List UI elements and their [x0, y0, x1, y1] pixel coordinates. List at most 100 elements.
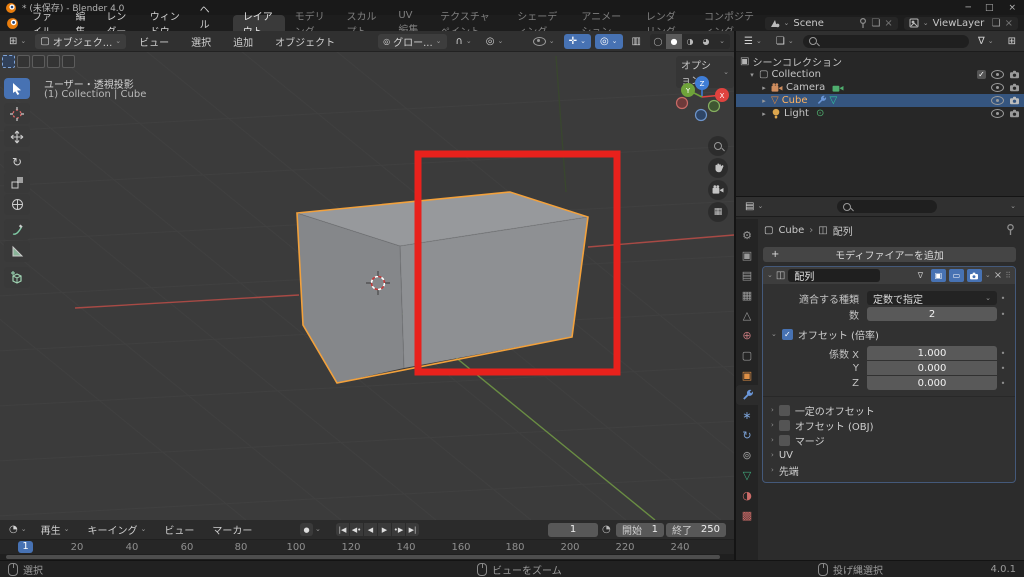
- disable-render-icon[interactable]: [1009, 83, 1020, 92]
- tab-collection[interactable]: ▢: [736, 345, 758, 365]
- select-set-mode-button[interactable]: [2, 55, 15, 68]
- collapsed-icon[interactable]: ›: [771, 422, 774, 429]
- animate-dot-icon[interactable]: •: [997, 349, 1009, 358]
- outliner-row-light[interactable]: ▸ Light ⊙: [736, 107, 1024, 120]
- close-button[interactable]: ×: [1000, 3, 1024, 13]
- mode-dropdown[interactable]: ▢オブジェク...⌄: [35, 34, 126, 49]
- drag-grip-icon[interactable]: ⠿: [1005, 271, 1011, 280]
- properties-search-input[interactable]: [837, 200, 937, 213]
- keying-dropdown-icon[interactable]: ⌄: [315, 526, 321, 533]
- display-mode-dropdown[interactable]: ❏⌄: [771, 34, 799, 49]
- relative-offset-subpanel-header[interactable]: ⌄ ✓ オフセット (倍率): [763, 327, 1015, 342]
- object-visibility-dropdown[interactable]: ⌄: [528, 34, 560, 49]
- menu-select[interactable]: 選択: [182, 34, 220, 49]
- tab-world[interactable]: ⊕: [736, 325, 758, 345]
- menu-object[interactable]: オブジェクト: [266, 34, 344, 49]
- select-box-tool[interactable]: [4, 78, 30, 99]
- tab-tool[interactable]: ⚙: [736, 225, 758, 245]
- tab-particles[interactable]: ∗: [736, 405, 758, 425]
- transform-orientation-dropdown[interactable]: ◎グロー...⌄: [378, 34, 446, 49]
- annotate-tool[interactable]: [4, 219, 30, 240]
- play-button[interactable]: ▶: [378, 523, 391, 536]
- use-preview-range-clock-icon[interactable]: ◔: [602, 524, 611, 535]
- uv-subpanel[interactable]: › UV: [763, 448, 1015, 463]
- editor-type-button[interactable]: ◔⌄: [4, 522, 32, 537]
- show-in-edit-mode-toggle[interactable]: ▣: [931, 269, 946, 282]
- workspace-tab-animation[interactable]: アニメーション: [571, 15, 635, 31]
- frame-start-field[interactable]: 開始1: [616, 523, 664, 537]
- tab-object[interactable]: ▣: [736, 365, 758, 385]
- shading-rendered-button[interactable]: ◕: [698, 34, 714, 49]
- collapsed-icon[interactable]: ›: [771, 452, 774, 459]
- constant-offset-subpanel[interactable]: › 一定のオフセット: [763, 403, 1015, 418]
- count-field[interactable]: 2: [867, 307, 997, 321]
- pan-hand-button[interactable]: [708, 158, 728, 178]
- properties-options-dropdown[interactable]: ⌄: [1006, 203, 1020, 210]
- animate-dot-icon[interactable]: •: [997, 379, 1009, 388]
- cursor-tool[interactable]: [4, 103, 30, 124]
- object-offset-subpanel[interactable]: › オフセット (OBJ): [763, 418, 1015, 433]
- current-frame-field[interactable]: 1: [548, 523, 598, 537]
- shading-material-button[interactable]: ◑: [682, 34, 698, 49]
- timeline-ruler[interactable]: 1 20 40 60 80 100 120 140 160 180 200 22…: [0, 540, 734, 554]
- editor-type-button[interactable]: ▤⌄: [740, 199, 768, 214]
- show-in-render-toggle[interactable]: [967, 269, 982, 282]
- scene-selector[interactable]: ⌄ Scene ❏ ×: [765, 17, 898, 30]
- transform-tool[interactable]: [4, 194, 30, 215]
- merge-subpanel[interactable]: › マージ: [763, 433, 1015, 448]
- editor-type-button[interactable]: ☰⌄: [739, 34, 767, 49]
- frame-end-field[interactable]: 終了250: [666, 523, 726, 537]
- blender-menu-icon[interactable]: [6, 17, 19, 30]
- pin-icon[interactable]: [859, 18, 867, 28]
- menu-keying[interactable]: キーイング⌄: [78, 522, 155, 537]
- expand-icon[interactable]: ▾: [748, 71, 756, 79]
- outliner-search-input[interactable]: [803, 35, 969, 48]
- select-invert-mode-button[interactable]: [47, 55, 60, 68]
- hide-eye-icon[interactable]: [991, 83, 1004, 92]
- playhead-frame-badge[interactable]: 1: [18, 541, 33, 553]
- shading-solid-button[interactable]: ●: [666, 34, 682, 49]
- delete-modifier-icon[interactable]: ×: [994, 270, 1002, 281]
- workspace-tab-compositing[interactable]: コンポジティング: [694, 15, 765, 31]
- select-extend-mode-button[interactable]: [17, 55, 30, 68]
- measure-tool[interactable]: [4, 241, 30, 262]
- hide-eye-icon[interactable]: [991, 96, 1004, 105]
- gizmos-toggle[interactable]: ✛⌄: [564, 34, 591, 49]
- snap-toggle[interactable]: ∩⌄: [451, 34, 477, 49]
- workspace-tab-layout[interactable]: レイアウト: [233, 15, 285, 31]
- collapsed-icon[interactable]: ›: [771, 437, 774, 444]
- tab-view-layer[interactable]: ▦: [736, 285, 758, 305]
- expand-icon[interactable]: ▸: [760, 84, 768, 92]
- new-scene-icon[interactable]: ❏: [871, 18, 880, 29]
- pin-icon[interactable]: [1006, 224, 1015, 235]
- hide-eye-icon[interactable]: [991, 109, 1004, 118]
- select-intersect-mode-button[interactable]: [62, 55, 75, 68]
- menu-view[interactable]: ビュー: [130, 34, 178, 49]
- breadcrumb-object[interactable]: Cube: [778, 225, 804, 236]
- workspace-tab-shading[interactable]: シェーディング: [507, 15, 571, 31]
- delete-viewlayer-icon[interactable]: ×: [1005, 18, 1013, 29]
- merge-checkbox[interactable]: [779, 435, 790, 446]
- prev-keyframe-button[interactable]: ◀•: [350, 523, 363, 536]
- scale-tool[interactable]: [4, 172, 30, 193]
- breadcrumb-modifier[interactable]: 配列: [833, 223, 853, 238]
- constant-offset-checkbox[interactable]: [779, 405, 790, 416]
- delete-scene-icon[interactable]: ×: [884, 18, 892, 29]
- tab-constraints[interactable]: ⊚: [736, 445, 758, 465]
- animate-dot-icon[interactable]: •: [997, 310, 1009, 319]
- outliner-row-camera[interactable]: ▸ Camera: [736, 81, 1024, 94]
- viewlayer-selector[interactable]: ⌄ ViewLayer ❏ ×: [904, 17, 1018, 30]
- factor-x-field[interactable]: 1.000: [867, 346, 997, 360]
- disable-render-icon[interactable]: [1009, 109, 1020, 118]
- menu-add[interactable]: 追加: [224, 34, 262, 49]
- outliner-row-scene-collection[interactable]: ▣ シーンコレクション: [736, 55, 1024, 68]
- toggle-perspective-button[interactable]: ▦: [708, 202, 728, 222]
- factor-z-field[interactable]: 0.000: [867, 376, 997, 390]
- add-cube-tool[interactable]: [4, 267, 30, 288]
- outliner-row-collection[interactable]: ▾ ▢ Collection ✓: [736, 68, 1024, 81]
- viewport-canvas[interactable]: [0, 52, 734, 520]
- jump-to-start-button[interactable]: |◀: [336, 523, 349, 536]
- collapse-icon[interactable]: ⌄: [771, 331, 777, 338]
- workspace-tab-modeling[interactable]: モデリング: [285, 15, 337, 31]
- caps-subpanel[interactable]: › 先端: [763, 463, 1015, 478]
